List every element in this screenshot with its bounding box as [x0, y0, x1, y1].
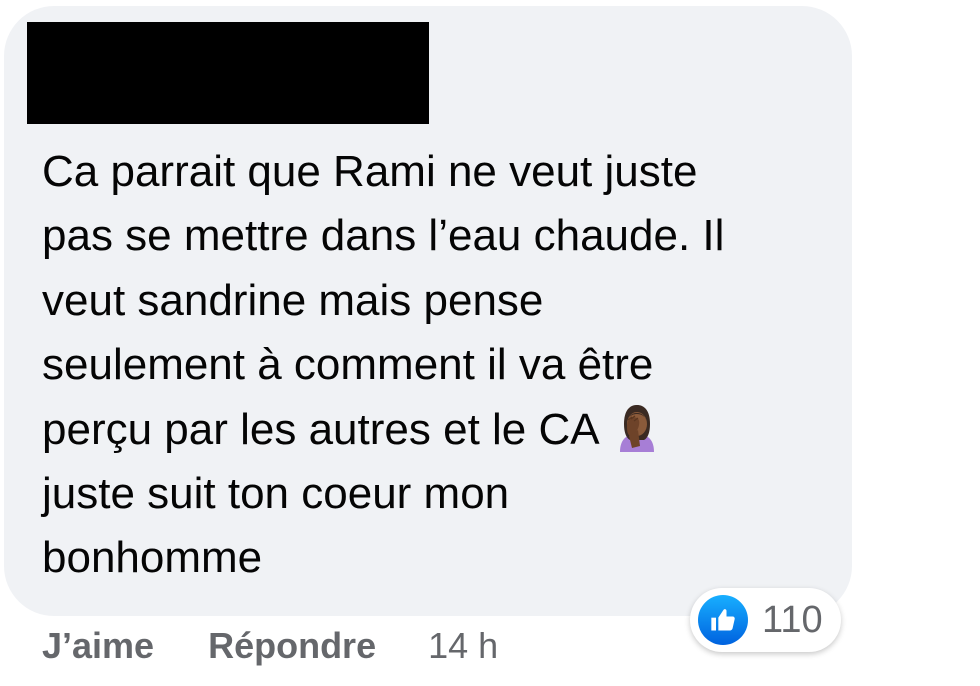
comment-line: bonhomme [42, 533, 263, 583]
reactions-summary[interactable]: 110 [690, 588, 841, 652]
woman-facepalming-emoji [619, 405, 654, 452]
reaction-count: 110 [762, 598, 823, 641]
like-button[interactable]: J’aime [42, 625, 154, 667]
reply-button[interactable]: Répondre [208, 625, 376, 667]
author-name-redacted [27, 22, 429, 124]
thumbs-up-icon [698, 595, 748, 645]
comment-line: Ca parrait que Rami ne veut juste [42, 147, 698, 196]
comment-line: juste suit ton coeur mon [42, 469, 510, 519]
comment-line: veut sandrine mais pense [42, 275, 544, 325]
comment-actions: J’aime Répondre 14 h [42, 618, 498, 674]
comment-timestamp[interactable]: 14 h [428, 625, 498, 667]
author-name[interactable] [40, 116, 410, 128]
comment-line-with-emoji: perçu par les autres et le CA [42, 398, 832, 462]
comment-text: Ca parrait que Rami ne veut juste pas se… [42, 140, 832, 591]
comment-line: seulement à comment il va être [42, 340, 654, 390]
comment-line: pas se mettre dans l’eau chaude. Il [42, 211, 725, 261]
comment-line-text: perçu par les autres et le CA [42, 404, 600, 454]
